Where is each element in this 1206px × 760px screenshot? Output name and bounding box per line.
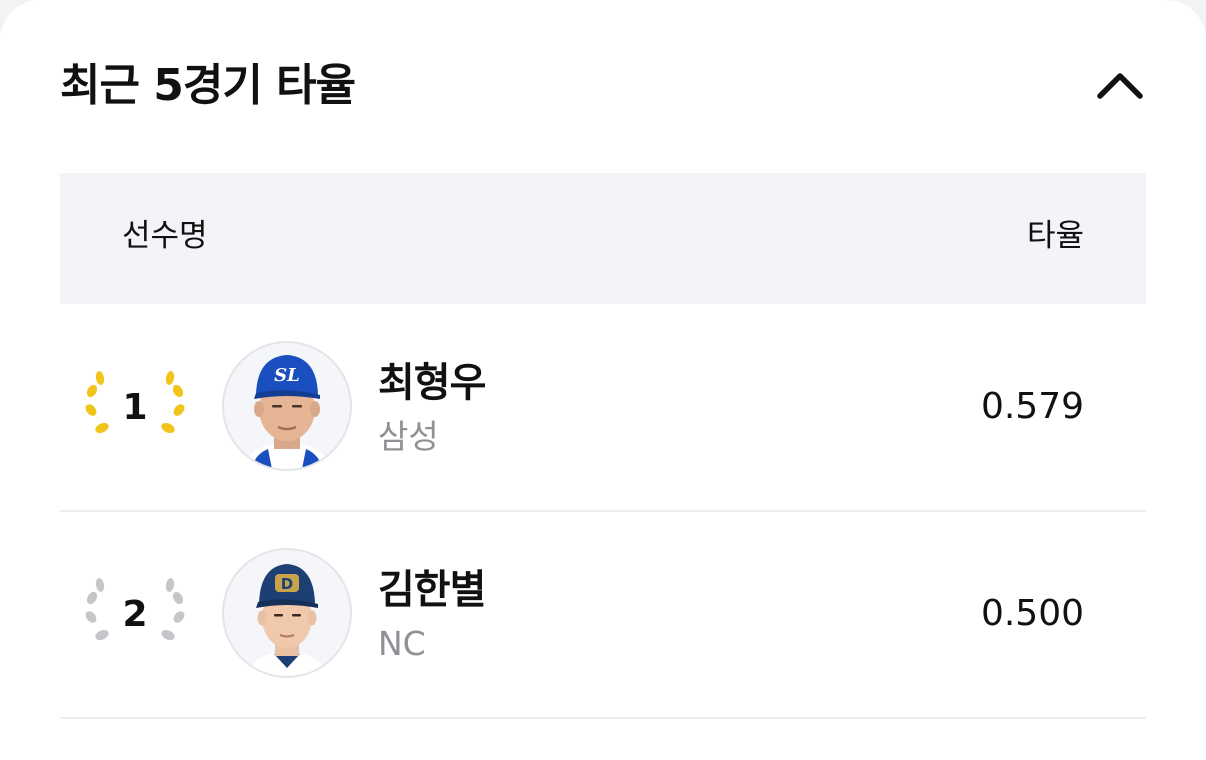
card-title: 최근 5경기 타율 [60, 60, 356, 111]
recent-5-games-batting-avg-card: 최근 5경기 타율 선수명 타율 1 SL 최형우 삼성 0.579 2 D 김… [0, 0, 1206, 760]
svg-text:D: D [281, 575, 293, 593]
team-name: 삼성 [378, 417, 439, 456]
player-name: 최형우 [378, 360, 486, 406]
player-row[interactable]: 2 D 김한별 NC 0.500 [60, 511, 1146, 719]
samsung-lions-logo-icon: SL [274, 365, 300, 386]
batting-average: 0.579 [980, 386, 1084, 427]
nc-dinos-logo-icon: D [275, 574, 299, 593]
player-row[interactable]: 1 SL 최형우 삼성 0.579 [60, 304, 1146, 512]
player-photo: SL [244, 355, 330, 469]
rank-badge: 2 [84, 575, 186, 655]
collapse-button[interactable] [1094, 60, 1146, 112]
team-name: NC [378, 624, 426, 663]
player-name: 김한별 [378, 567, 486, 613]
player-avatar: D [222, 548, 352, 678]
batting-average: 0.500 [980, 593, 1084, 634]
table-header: 선수명 타율 [60, 173, 1146, 304]
column-header-avg: 타율 [1026, 218, 1084, 254]
rank-badge: 1 [84, 368, 186, 448]
chevron-up-icon [1097, 73, 1143, 99]
column-header-player: 선수명 [122, 218, 208, 254]
rank-number: 2 [122, 594, 148, 635]
player-photo: D [248, 564, 326, 676]
svg-text:SL: SL [274, 365, 300, 386]
rank-number: 1 [122, 387, 148, 428]
card-header: 최근 5경기 타율 [60, 54, 1146, 118]
player-avatar: SL [222, 341, 352, 471]
